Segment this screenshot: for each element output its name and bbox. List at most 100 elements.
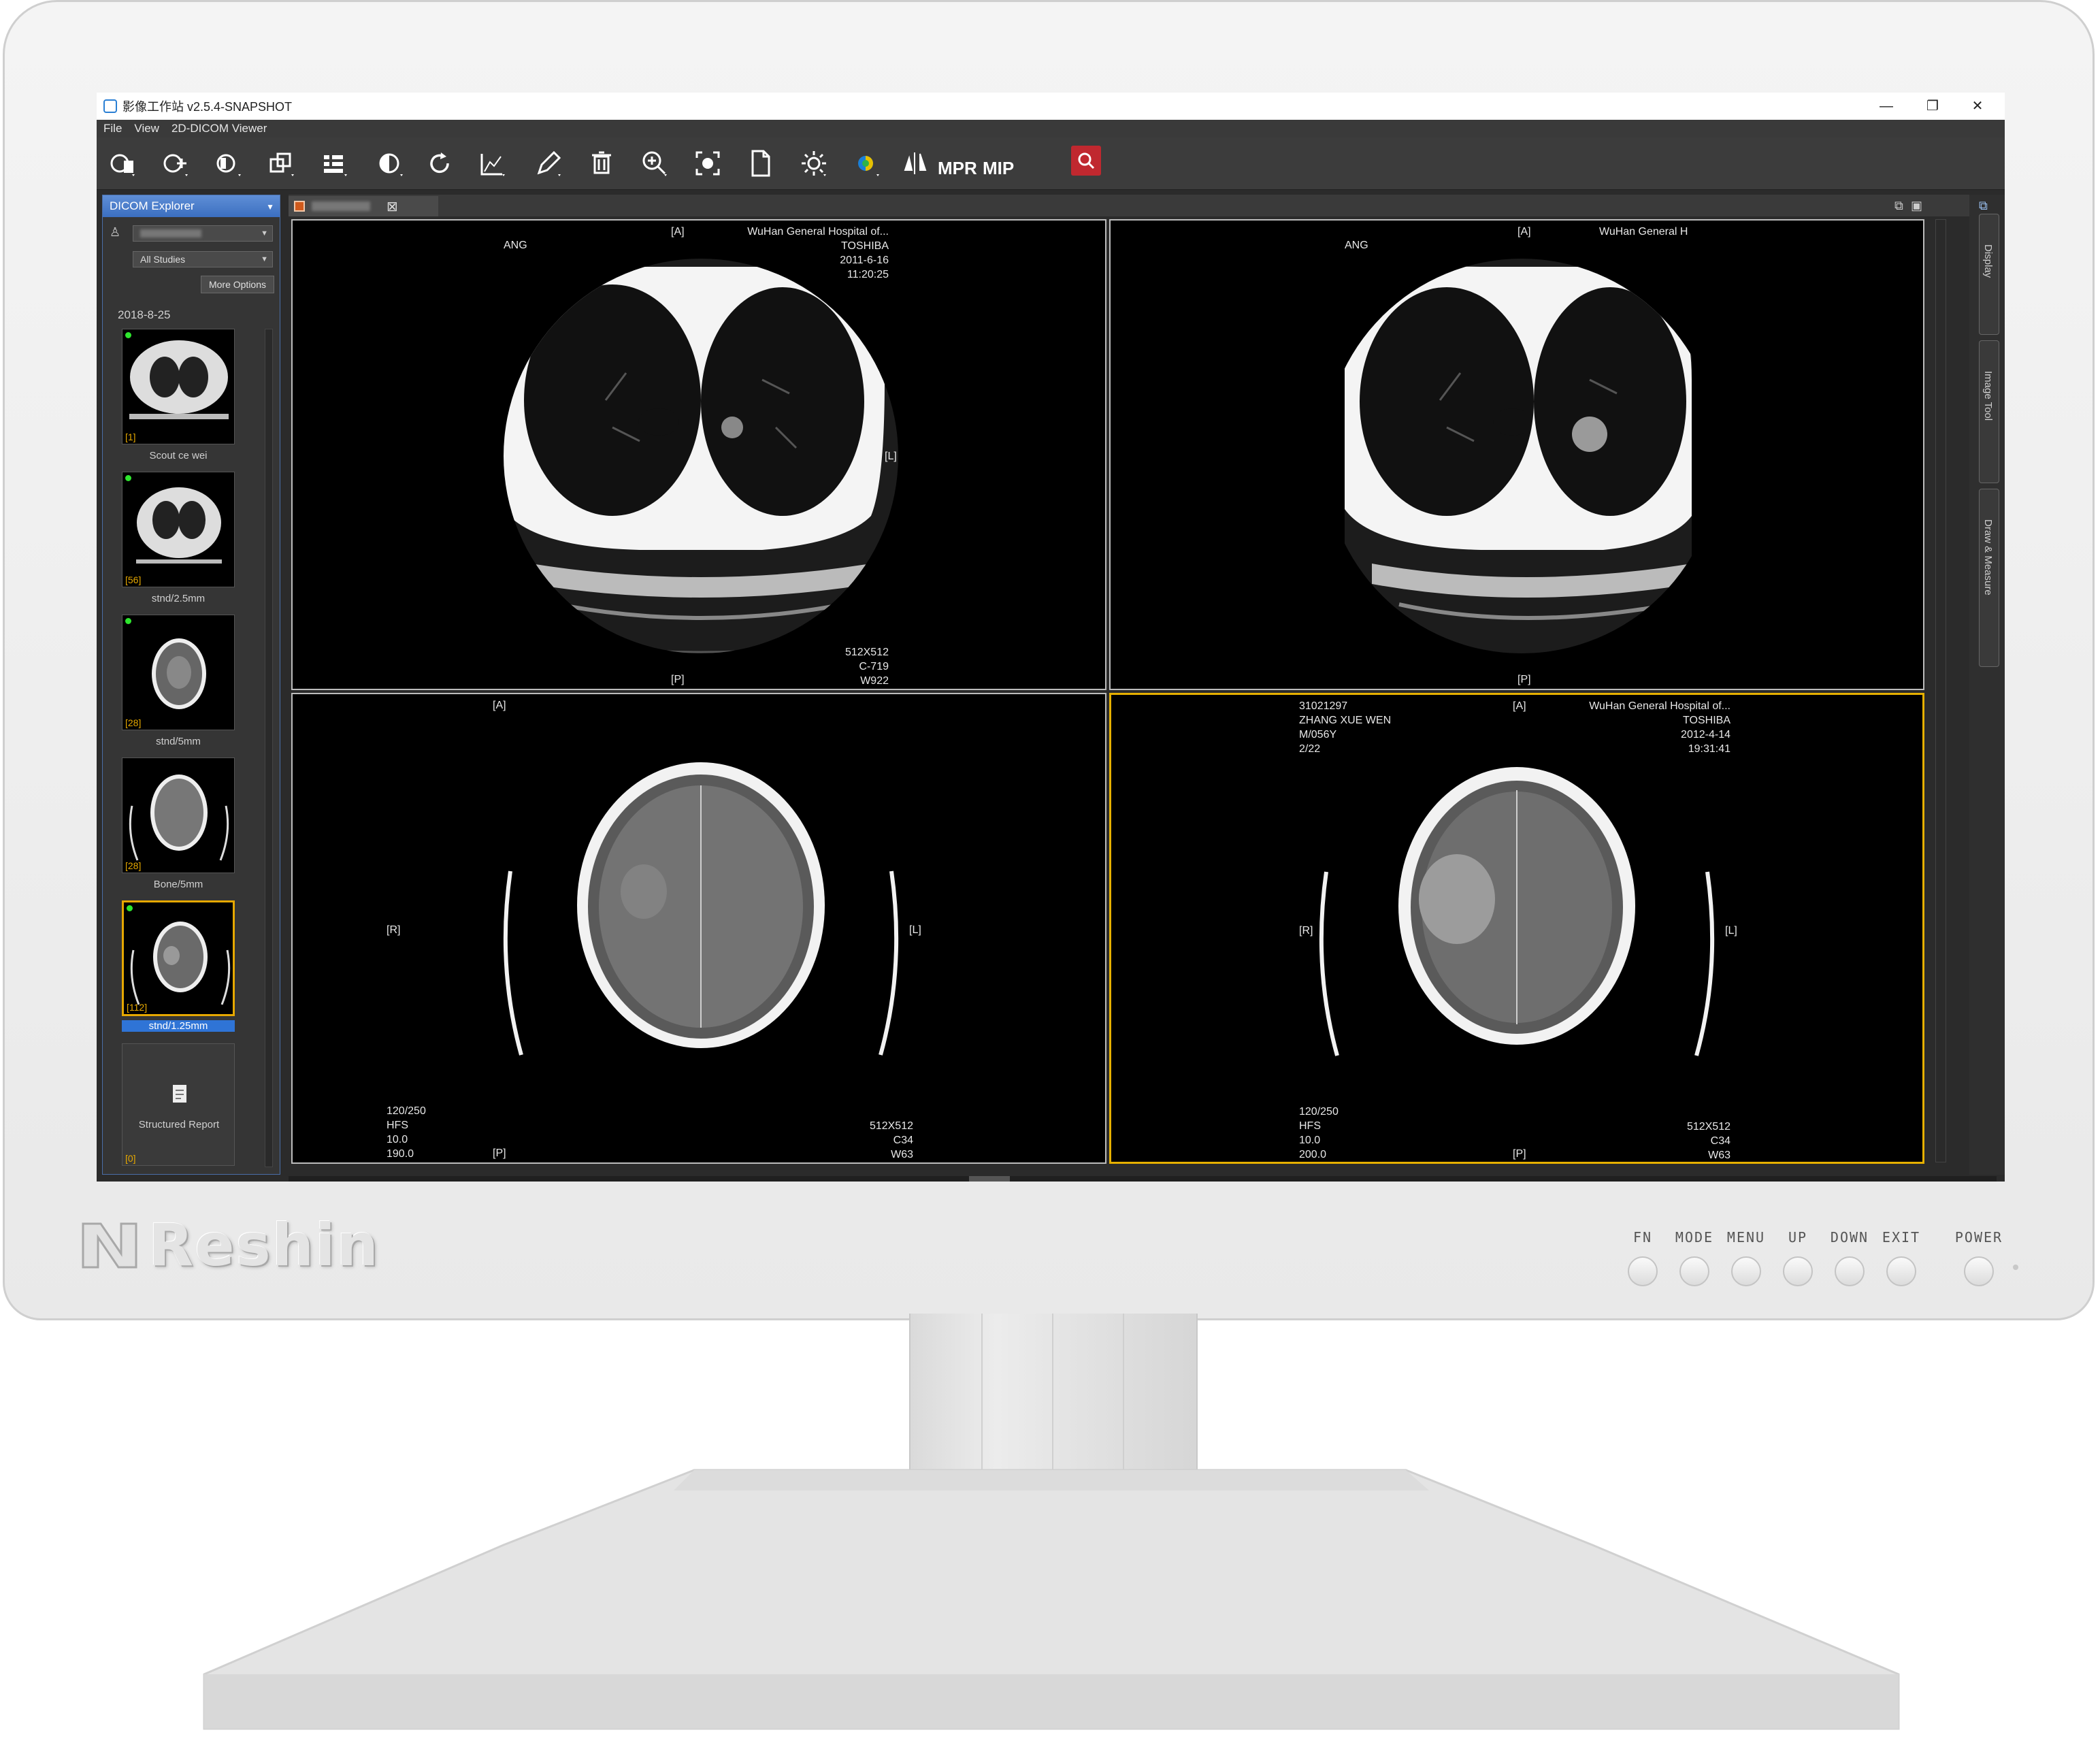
orientation-right: [L] bbox=[909, 924, 921, 936]
viewport-1[interactable]: ANG [A] WuHan General Hospital of... TOS… bbox=[291, 219, 1106, 690]
overlay-top-left: 31021297 ZHANG XUE WEN M/056Y 2/22 bbox=[1299, 699, 1391, 756]
menu-view[interactable]: View bbox=[134, 122, 159, 135]
study-filter-value: All Studies bbox=[140, 254, 186, 265]
series-count: [1] bbox=[125, 431, 136, 442]
more-options-button[interactable]: More Options bbox=[201, 276, 274, 293]
maximize-button[interactable]: ❐ bbox=[1912, 93, 1953, 120]
export-icon bbox=[216, 154, 241, 176]
slice-location: 190.0 bbox=[387, 1148, 414, 1160]
series-label: Bone/5mm bbox=[153, 879, 203, 890]
series-thumbnail[interactable]: [1] bbox=[122, 329, 235, 444]
structured-report-item[interactable]: Structured Report [0] bbox=[122, 1043, 235, 1166]
rotate-icon bbox=[430, 152, 449, 174]
overlay-top-right: WuHan General Hospital of... TOSHIBA 201… bbox=[1589, 699, 1730, 756]
orientation-bottom: [P] bbox=[1517, 674, 1531, 685]
viewer-tab-bar: ⊠ ⧉ ▣ bbox=[289, 195, 1997, 216]
invert-button[interactable] bbox=[374, 147, 407, 180]
layout-button[interactable] bbox=[318, 147, 351, 180]
flip-button[interactable] bbox=[900, 147, 932, 180]
zoom-button[interactable] bbox=[638, 147, 671, 180]
image-index: 120/250 bbox=[387, 1105, 426, 1117]
patient-id: 31021297 bbox=[1299, 700, 1348, 712]
mip-button[interactable]: MIP bbox=[983, 158, 1014, 179]
series-thumbnail[interactable]: [56] bbox=[122, 472, 235, 587]
annotate-button[interactable] bbox=[532, 147, 565, 180]
series-thumbnail[interactable]: [28] bbox=[122, 615, 235, 730]
series-number: 2/22 bbox=[1299, 743, 1321, 755]
series-count: [0] bbox=[125, 1153, 136, 1164]
panel-menu-icon[interactable]: ▼ bbox=[266, 202, 274, 212]
study-tab[interactable]: ⊠ bbox=[289, 196, 438, 216]
series-thumbnail[interactable]: [28] bbox=[122, 758, 235, 873]
pencil-icon bbox=[537, 150, 561, 176]
structured-report-label: Structured Report bbox=[138, 1119, 220, 1130]
patient-select[interactable]: ▼ bbox=[133, 225, 273, 242]
exit-label: EXIT bbox=[1882, 1229, 1921, 1245]
import-icon bbox=[163, 154, 188, 176]
horizontal-scrollbar[interactable] bbox=[289, 1176, 1997, 1182]
menubar: File View 2D-DICOM Viewer bbox=[97, 120, 2005, 137]
color-map-button[interactable] bbox=[851, 147, 883, 180]
brightness-button[interactable] bbox=[798, 147, 830, 180]
export-button[interactable] bbox=[212, 147, 245, 180]
head-ct-image bbox=[503, 762, 899, 1056]
power-led bbox=[2013, 1265, 2018, 1270]
chevron-down-icon: ▼ bbox=[261, 255, 268, 263]
report-document-icon bbox=[173, 1085, 186, 1103]
menu-2d-dicom-viewer[interactable]: 2D-DICOM Viewer bbox=[171, 122, 267, 135]
window-center: C34 bbox=[1710, 1135, 1730, 1147]
fullscreen-icon[interactable]: ▣ bbox=[1911, 199, 1922, 213]
slice-thickness: 10.0 bbox=[387, 1134, 408, 1145]
power-button[interactable]: POWER bbox=[1946, 1229, 2012, 1286]
mpr-button[interactable]: MPR bbox=[938, 158, 977, 179]
brand-name: Reshin bbox=[148, 1211, 380, 1280]
display-tab[interactable]: Display bbox=[1979, 214, 1999, 335]
exit-button[interactable]: EXIT bbox=[1869, 1229, 1934, 1286]
window-width: W922 bbox=[860, 675, 889, 687]
patient-sex-age: M/056Y bbox=[1299, 729, 1337, 740]
minimize-button[interactable]: — bbox=[1866, 93, 1907, 120]
explorer-header: DICOM Explorer ▼ bbox=[103, 195, 280, 217]
menu-file[interactable]: File bbox=[103, 122, 122, 135]
rotate-button[interactable] bbox=[423, 147, 456, 180]
orientation-right: [L] bbox=[885, 451, 897, 462]
flip-icon bbox=[904, 152, 927, 174]
report-button[interactable] bbox=[744, 147, 777, 180]
panel-layout-icon[interactable]: ⧉ bbox=[1979, 199, 1988, 213]
study-tab-icon bbox=[294, 201, 305, 212]
search-button[interactable] bbox=[1071, 146, 1101, 176]
fit-window-button[interactable] bbox=[691, 147, 724, 180]
viewport-2[interactable]: ANG [A] WuHan General H [P] bbox=[1109, 219, 1924, 690]
close-tab-icon[interactable]: ⊠ bbox=[387, 198, 398, 215]
viewport-4-active[interactable]: 31021297 ZHANG XUE WEN M/056Y 2/22 [A] W… bbox=[1109, 693, 1924, 1164]
chevron-down-icon: ▼ bbox=[261, 229, 268, 238]
study-tab-title-blurred bbox=[312, 201, 370, 211]
window-title: 影像工作站 v2.5.4-SNAPSHOT bbox=[122, 100, 293, 114]
orientation-bottom: [P] bbox=[1513, 1148, 1526, 1160]
viewer-scrollbar[interactable] bbox=[1935, 219, 1946, 1162]
institution: WuHan General Hospital of... bbox=[1589, 700, 1730, 712]
window-titlebar: 影像工作站 v2.5.4-SNAPSHOT — ❐ ✕ bbox=[97, 93, 2005, 120]
delete-button[interactable] bbox=[585, 147, 618, 180]
power-label: POWER bbox=[1954, 1229, 2003, 1245]
matrix-size: 512X512 bbox=[1686, 1121, 1730, 1133]
series-sync-button[interactable] bbox=[265, 147, 298, 180]
search-icon bbox=[1078, 152, 1095, 169]
close-button[interactable]: ✕ bbox=[1957, 93, 1998, 120]
status-dot bbox=[127, 905, 133, 911]
orientation-top: [A] bbox=[1517, 226, 1531, 238]
image-tool-tab[interactable]: Image Tool bbox=[1979, 340, 1999, 483]
import-button[interactable] bbox=[159, 147, 192, 180]
explorer-scrollbar[interactable] bbox=[265, 329, 273, 1167]
study-filter-select[interactable]: All Studies ▼ bbox=[133, 251, 273, 267]
popout-icon[interactable]: ⧉ bbox=[1894, 199, 1903, 213]
window-level-button[interactable] bbox=[476, 147, 509, 180]
overlay-top-right: WuHan General Hospital of... TOSHIBA 201… bbox=[747, 225, 889, 282]
draw-measure-tab[interactable]: Draw & Measure bbox=[1979, 489, 1999, 667]
app-icon bbox=[103, 99, 117, 113]
viewport-3[interactable]: [A] [R] [L] 120/250 HFS 10.0 190.0 512X5… bbox=[291, 693, 1106, 1164]
open-study-button[interactable] bbox=[106, 147, 139, 180]
matrix-size: 512X512 bbox=[844, 647, 889, 658]
series-thumbnail-selected[interactable]: [112] bbox=[122, 900, 235, 1016]
brightness-icon bbox=[802, 151, 826, 176]
